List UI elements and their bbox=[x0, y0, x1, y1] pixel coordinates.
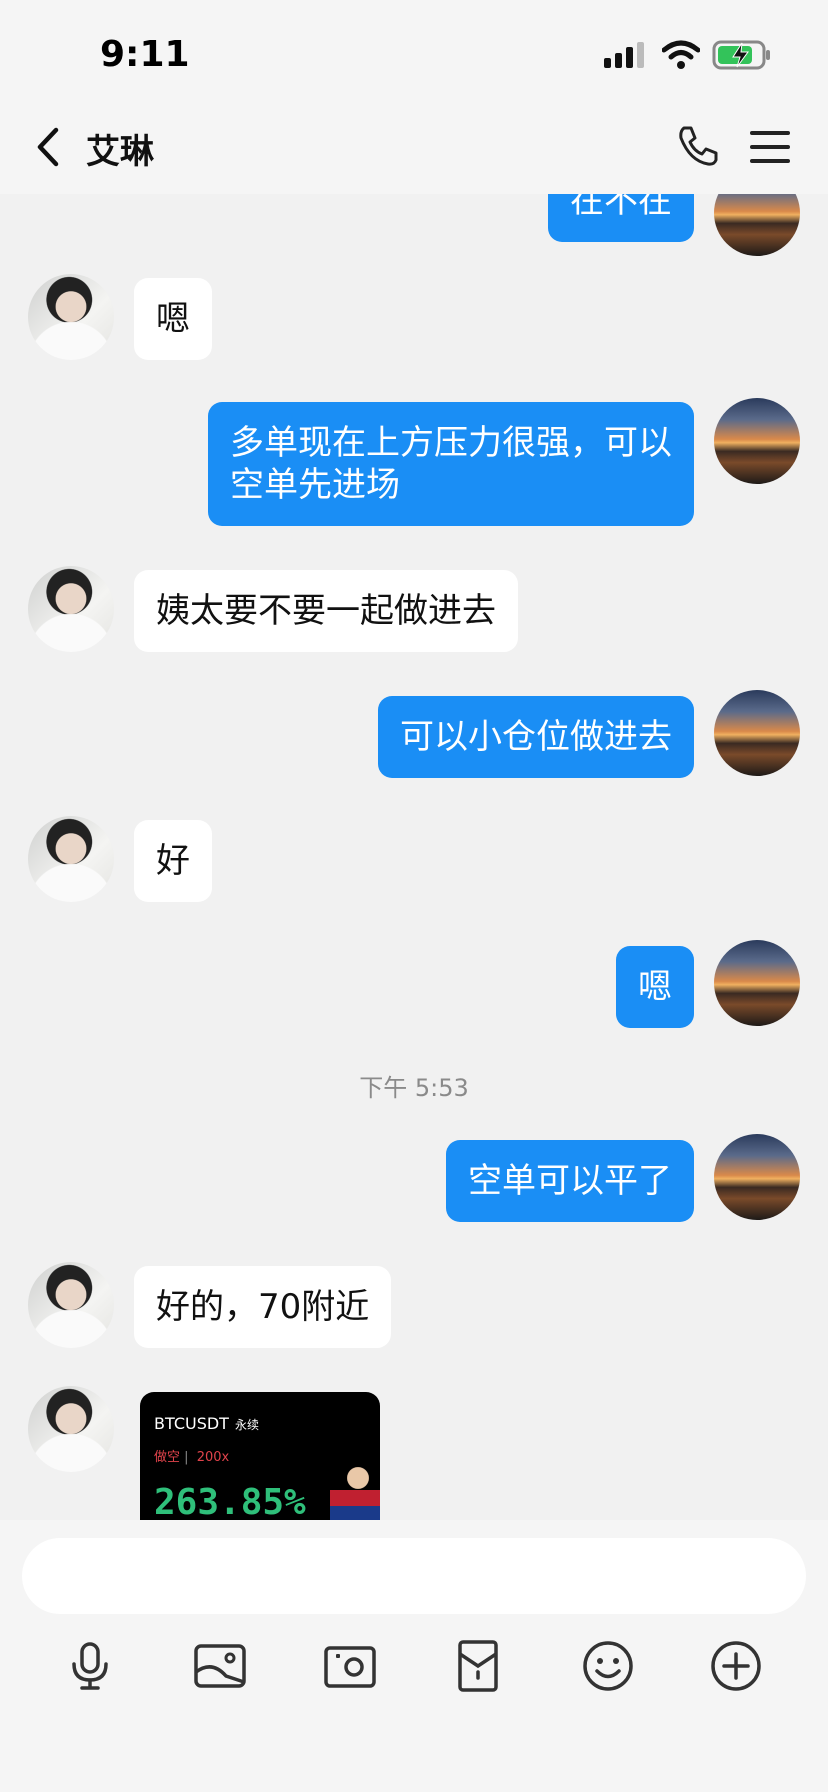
back-chevron-icon[interactable] bbox=[30, 124, 70, 170]
phone-icon[interactable] bbox=[676, 124, 720, 168]
contact-avatar[interactable] bbox=[28, 274, 114, 360]
card-divider: | bbox=[184, 1450, 189, 1465]
message-bubble-incoming[interactable]: 姨太要不要一起做进去 bbox=[134, 570, 518, 652]
message-timestamp: 下午 5:53 bbox=[359, 1074, 469, 1102]
trade-card-image[interactable]: BTCUSDT 永续 做空 | 200x 263.85% bbox=[140, 1392, 380, 1520]
nav-bar: 艾琳 bbox=[0, 100, 828, 194]
card-side: 做空 | 200x bbox=[154, 1446, 229, 1465]
self-avatar[interactable] bbox=[714, 1134, 800, 1220]
self-avatar[interactable] bbox=[714, 398, 800, 484]
self-avatar[interactable] bbox=[714, 940, 800, 1026]
contact-avatar[interactable] bbox=[28, 566, 114, 652]
card-side-label: 做空 bbox=[154, 1450, 181, 1465]
status-bar: 9:11 bbox=[0, 0, 828, 100]
card-pair: BTCUSDT 永续 bbox=[154, 1414, 259, 1433]
contact-avatar[interactable] bbox=[28, 1386, 114, 1472]
status-time: 9:11 bbox=[100, 34, 190, 75]
mic-icon[interactable] bbox=[62, 1638, 118, 1694]
camera-icon[interactable] bbox=[322, 1638, 378, 1694]
message-bubble-outgoing[interactable]: 空单可以平了 bbox=[446, 1140, 694, 1222]
message-bubble-outgoing[interactable]: 多单现在上方压力很强，可以空单先进场 bbox=[208, 402, 694, 526]
card-contract: 永续 bbox=[234, 1418, 259, 1432]
message-bubble-incoming[interactable]: 好的，70附近 bbox=[134, 1266, 392, 1348]
card-roi: 263.85% bbox=[154, 1482, 306, 1520]
message-bubble-outgoing[interactable]: 嗯 bbox=[616, 946, 694, 1028]
message-bubble-incoming[interactable]: 好 bbox=[134, 820, 212, 902]
card-leverage: 200x bbox=[196, 1450, 230, 1465]
emoji-icon[interactable] bbox=[580, 1638, 636, 1694]
red-packet-icon[interactable] bbox=[450, 1638, 506, 1694]
signal-icon bbox=[604, 42, 644, 68]
self-avatar[interactable] bbox=[714, 194, 800, 256]
input-area bbox=[0, 1520, 828, 1792]
plus-icon[interactable] bbox=[708, 1638, 764, 1694]
self-avatar[interactable] bbox=[714, 690, 800, 776]
contact-name: 艾琳 bbox=[86, 132, 154, 172]
image-icon[interactable] bbox=[192, 1638, 248, 1694]
message-bubble-outgoing[interactable]: 可以小仓位做进去 bbox=[378, 696, 694, 778]
menu-icon[interactable] bbox=[748, 128, 792, 166]
card-figure-image bbox=[330, 1458, 380, 1520]
message-bubble-incoming[interactable]: 嗯 bbox=[134, 278, 212, 360]
message-input[interactable] bbox=[22, 1538, 806, 1614]
battery-icon bbox=[712, 40, 770, 70]
contact-avatar[interactable] bbox=[28, 1262, 114, 1348]
card-pair-label: BTCUSDT bbox=[154, 1414, 229, 1433]
wifi-icon bbox=[662, 40, 700, 69]
contact-avatar[interactable] bbox=[28, 816, 114, 902]
message-bubble-outgoing[interactable]: 在不在 bbox=[548, 194, 694, 242]
chat-list[interactable]: 在不在 嗯 多单现在上方压力很强，可以空单先进场 姨太要不要一起做进去 可以小仓… bbox=[0, 194, 828, 1520]
